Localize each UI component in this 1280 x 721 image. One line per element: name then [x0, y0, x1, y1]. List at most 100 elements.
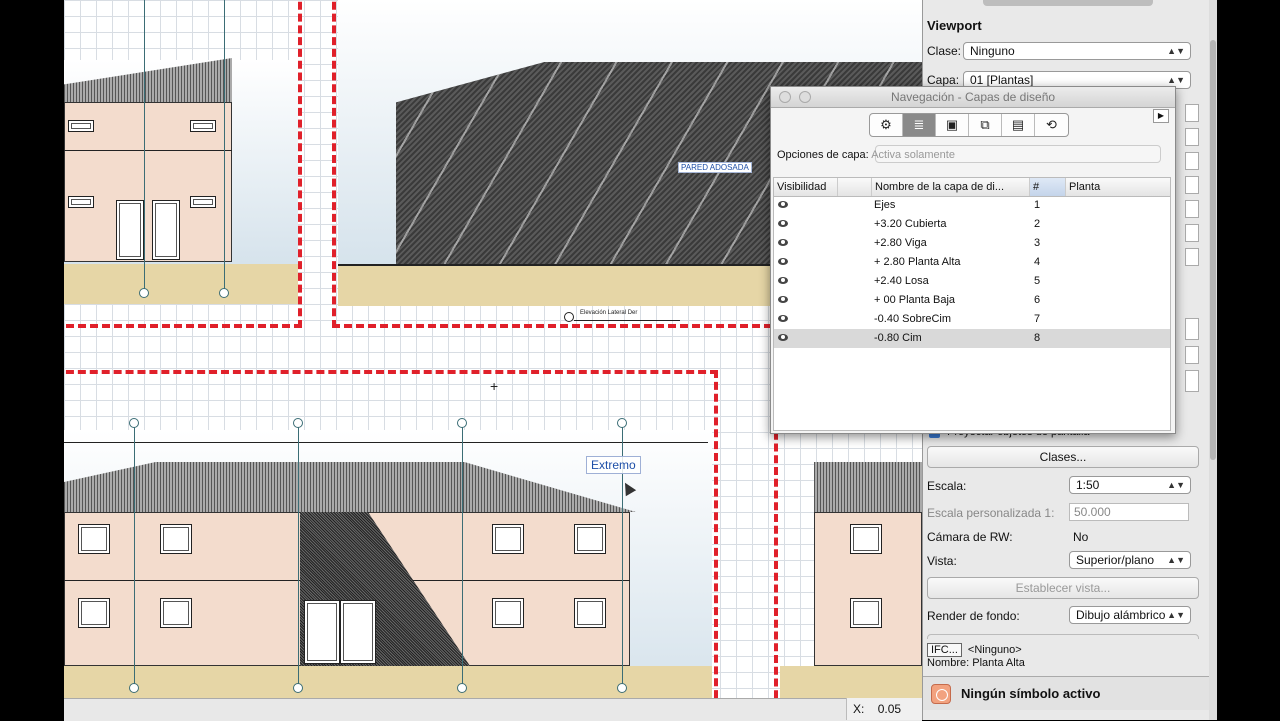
eye-visible-icon[interactable] [778, 296, 788, 303]
roof-right [814, 462, 922, 512]
layer-row[interactable]: Ejes 1 [774, 196, 1170, 215]
hidden-field-box[interactable] [1185, 200, 1199, 218]
nombre-value: Planta Alta [972, 657, 1025, 669]
col-blank[interactable] [838, 178, 872, 196]
sheet-layers-icon: ▣ [945, 117, 959, 132]
layer-row-selected[interactable]: -0.80 Cim 8 [774, 329, 1170, 348]
eye-visible-icon[interactable] [778, 315, 788, 322]
elevation-underline [574, 320, 680, 321]
axis-bubble [129, 683, 139, 693]
symbol-status-text: Ningún símbolo activo [961, 686, 1101, 701]
coord-label: X: [853, 702, 865, 716]
layer-row[interactable]: +3.20 Cubierta 2 [774, 215, 1170, 234]
clase-select[interactable]: Ninguno ▲▼ [963, 42, 1191, 60]
grid-axis [298, 420, 299, 688]
tab-sheet-layers[interactable]: ▣ [936, 114, 969, 136]
tab-classes[interactable]: ⚙ [870, 114, 903, 136]
minimize-window-button[interactable] [799, 91, 811, 103]
nav-title-bar[interactable]: Navegación - Capas de diseño [771, 87, 1175, 108]
symbol-icon [931, 684, 951, 704]
axis-bubble [617, 418, 627, 428]
hidden-button-edge[interactable] [1185, 370, 1199, 392]
col-story[interactable]: Planta [1066, 178, 1170, 196]
extremo-snap-hint: Extremo [586, 456, 641, 474]
camara-label: Cámara de RW: [927, 530, 1013, 544]
layer-number: 1 [1034, 199, 1041, 211]
layer-name: +2.40 Losa [874, 275, 929, 287]
tab-references[interactable]: ⟲ [1035, 114, 1068, 136]
palette-tab-strip[interactable] [983, 0, 1153, 6]
section-title: Viewport [927, 18, 982, 33]
hidden-field-box[interactable] [1185, 128, 1199, 146]
axis-bubble [293, 683, 303, 693]
col-layer-name[interactable]: Nombre de la capa de di... [872, 178, 1030, 196]
vista-label: Vista: [927, 554, 957, 568]
pared-adosada-label: PARED ADOSADA [678, 162, 752, 173]
panel-divider [927, 634, 1199, 639]
window [190, 196, 216, 208]
axis-bubble [457, 683, 467, 693]
layer-name: -0.40 SobreCim [874, 313, 952, 325]
axis-bubble [139, 288, 149, 298]
layer-row[interactable]: -0.40 SobreCim 7 [774, 310, 1170, 329]
eye-visible-icon[interactable] [778, 220, 788, 227]
layer-row[interactable]: + 00 Planta Baja 6 [774, 291, 1170, 310]
escala-select[interactable]: 1:50 ▲▼ [1069, 476, 1191, 494]
layer-row[interactable]: +2.80 Viga 3 [774, 234, 1170, 253]
hidden-field-box[interactable] [1185, 248, 1199, 266]
eye-visible-icon[interactable] [778, 277, 788, 284]
layer-name: + 00 Planta Baja [874, 294, 956, 306]
classes-icon: ⚙ [880, 117, 892, 132]
tab-design-layers[interactable]: ≣ [903, 114, 936, 136]
camara-value: No [1073, 530, 1089, 544]
layer-options-row: Opciones de capa: Activa solamente [777, 149, 955, 161]
hidden-field-box[interactable] [1185, 224, 1199, 242]
escala-pers-field[interactable]: 50.000 [1069, 503, 1189, 521]
coordinate-readout: X: 0.05 [846, 698, 922, 720]
eye-visible-icon[interactable] [778, 239, 788, 246]
close-window-button[interactable] [779, 91, 791, 103]
eye-visible-icon[interactable] [778, 201, 788, 208]
window [574, 524, 606, 554]
establecer-vista-button[interactable]: Establecer vista... [927, 577, 1199, 599]
panel-scroll-thumb[interactable] [1210, 40, 1216, 460]
hidden-field-box[interactable] [1185, 346, 1199, 364]
layer-row[interactable]: +2.40 Losa 5 [774, 272, 1170, 291]
col-number[interactable]: # [1030, 178, 1066, 196]
tab-viewports[interactable]: ⧉ [969, 114, 1002, 136]
grid-axis [144, 0, 145, 290]
hidden-field-box[interactable] [1185, 104, 1199, 122]
nav-title: Navegación - Capas de diseño [890, 90, 1056, 104]
hidden-field-box[interactable] [1185, 152, 1199, 170]
layer-options-value[interactable]: Activa solamente [871, 149, 955, 161]
hidden-button-edge[interactable] [1185, 318, 1199, 340]
eye-visible-icon[interactable] [778, 258, 788, 265]
layer-number: 2 [1034, 218, 1041, 230]
cursor-cross: + [490, 378, 499, 394]
tab-saved-views[interactable]: ▤ [1002, 114, 1035, 136]
hidden-field-box[interactable] [1185, 176, 1199, 194]
layer-number: 4 [1034, 256, 1041, 268]
updown-arrows-icon: ▲▼ [1167, 46, 1185, 56]
window [68, 196, 94, 208]
navigation-palette[interactable]: Navegación - Capas de diseño ⚙ ≣ ▣ ⧉ ▤ ⟲… [770, 86, 1176, 434]
ground-top-left [64, 264, 298, 304]
axis-bubble [617, 683, 627, 693]
layer-name: +3.20 Cubierta [874, 218, 947, 230]
vista-select[interactable]: Superior/plano ▲▼ [1069, 551, 1191, 569]
clases-button[interactable]: Clases... [927, 446, 1199, 468]
nombre-label: Nombre: [927, 657, 970, 669]
render-select[interactable]: Dibujo alámbrico ▲▼ [1069, 606, 1191, 624]
grid-axis [224, 0, 225, 290]
eye-visible-icon[interactable] [778, 334, 788, 341]
elevation-marker [564, 312, 574, 322]
layers-table-header: Visibilidad Nombre de la capa de di... #… [774, 178, 1170, 197]
grid-axis [462, 420, 463, 688]
palette-menu-button[interactable]: ▶ [1153, 109, 1169, 123]
ifc-button[interactable]: IFC... [927, 643, 962, 657]
ifc-value: <Ninguno> [967, 644, 1022, 656]
col-visibility[interactable]: Visibilidad [774, 178, 838, 196]
layer-row[interactable]: + 2.80 Planta Alta 4 [774, 253, 1170, 272]
updown-arrows-icon: ▲▼ [1167, 610, 1185, 620]
nav-tab-bar: ⚙ ≣ ▣ ⧉ ▤ ⟲ [869, 113, 1069, 137]
